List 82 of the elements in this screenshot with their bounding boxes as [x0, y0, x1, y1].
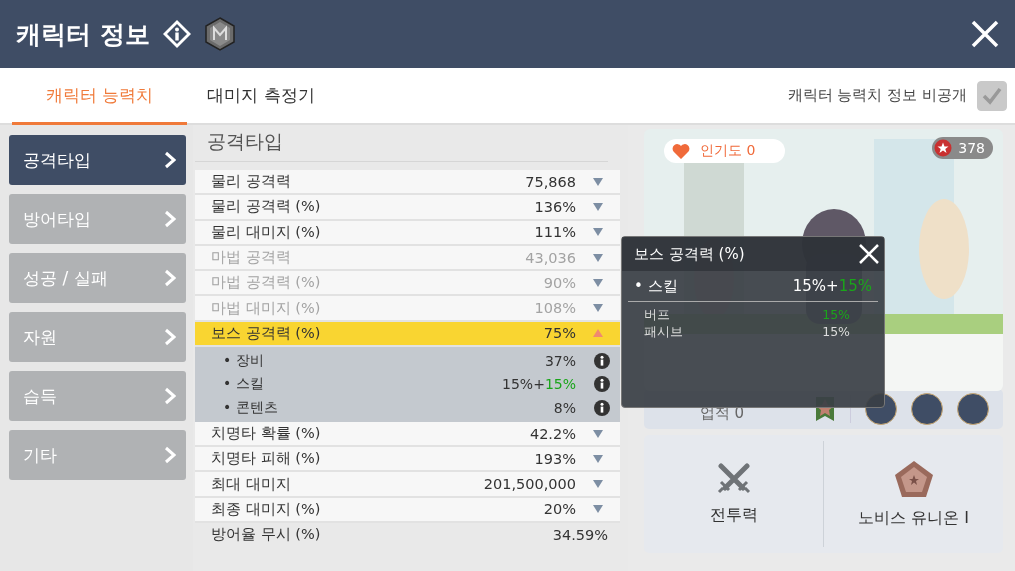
- stat-value: 136%: [534, 198, 576, 215]
- expand-arrow-icon[interactable]: [593, 454, 603, 463]
- popup-title: 보스 공격력 (%): [634, 244, 745, 264]
- detail-label: 버프: [644, 307, 670, 324]
- stat-label: • 장비: [223, 351, 265, 370]
- crossed-swords-icon: [716, 462, 751, 495]
- stat-label: 최대 대미지: [211, 474, 292, 494]
- check-icon: [982, 86, 1002, 105]
- stat-value: 90%: [543, 274, 576, 291]
- stat-value: 108%: [534, 300, 576, 317]
- stat-value: 15%+15%: [502, 376, 576, 393]
- stat-row[interactable]: 보스 공격력 (%) 75%: [195, 321, 620, 348]
- stat-value: 111%: [534, 224, 576, 241]
- stat-value: 20%: [543, 501, 576, 518]
- expand-arrow-icon[interactable]: [593, 429, 603, 438]
- stat-row[interactable]: 최종 대미지 (%) 20%: [195, 497, 620, 524]
- stat-label: 보스 공격력 (%): [211, 323, 322, 343]
- chevron-icon: [164, 446, 176, 464]
- stat-row[interactable]: 물리 공격력 75,868: [195, 170, 620, 196]
- popularity-badge: 인기도 0: [664, 139, 786, 163]
- stat-value: 193%: [534, 450, 576, 467]
- stat-label: • 콘텐츠: [223, 399, 279, 418]
- chevron-icon: [164, 151, 176, 169]
- pentagon-emblem-icon: [893, 459, 934, 498]
- popup-label: • 스킬: [634, 277, 678, 296]
- stat-row[interactable]: 치명타 피해 (%) 193%: [195, 447, 620, 473]
- chevron-icon: [164, 210, 176, 228]
- stat-row[interactable]: 물리 공격력 (%) 136%: [195, 195, 620, 221]
- card-label: 노비스 유니온 I: [858, 507, 969, 529]
- chevron-icon: [164, 328, 176, 346]
- detail-value: 15%: [822, 307, 850, 324]
- stat-value: 8%: [553, 400, 576, 417]
- stat-label: 치명타 피해 (%): [211, 449, 322, 469]
- card-label: 전투력: [709, 504, 758, 526]
- info-icon[interactable]: [594, 400, 610, 417]
- expand-arrow-icon[interactable]: [593, 480, 603, 489]
- stat-label: 마법 공격력: [211, 248, 292, 268]
- stat-label: 최종 대미지 (%): [211, 499, 322, 519]
- stat-label: 방어율 무시 (%): [211, 525, 322, 545]
- stat-value: 75%: [543, 325, 576, 342]
- stat-label: 치명타 확률 (%): [211, 424, 322, 443]
- collapse-arrow-icon[interactable]: [593, 329, 603, 338]
- stat-label: • 스킬: [223, 375, 265, 394]
- stat-row[interactable]: 최대 대미지 201,500,000: [195, 472, 620, 498]
- expand-arrow-icon[interactable]: [593, 177, 603, 186]
- detail-value: 15%: [822, 324, 850, 341]
- stat-label: 물리 대미지 (%): [211, 222, 322, 242]
- star-count-badge: 378: [932, 137, 993, 159]
- stat-value: 43,036: [525, 249, 576, 266]
- tab[interactable]: 대미지 측정기: [187, 68, 335, 125]
- chevron-icon: [164, 387, 176, 405]
- expand-arrow-icon[interactable]: [593, 202, 603, 211]
- section-title: 공격타입: [195, 125, 608, 162]
- stat-value: 42.2%: [529, 425, 576, 442]
- info-icon[interactable]: [594, 352, 610, 369]
- checkbox-label: 캐릭터 능력치 정보 비공개: [787, 86, 967, 105]
- info-icon[interactable]: [161, 19, 192, 49]
- expand-arrow-icon[interactable]: [593, 228, 603, 237]
- stat-row[interactable]: 치명타 확률 (%) 42.2%: [195, 421, 620, 448]
- m-badge-icon[interactable]: [203, 17, 236, 51]
- empty-slot: [911, 393, 943, 425]
- stat-label: 물리 공격력 (%): [211, 197, 322, 217]
- empty-slot: [957, 393, 989, 425]
- stat-label: 물리 공격력: [211, 172, 292, 192]
- expand-arrow-icon[interactable]: [593, 505, 603, 514]
- heart-icon: [672, 143, 690, 159]
- chevron-icon: [164, 269, 176, 287]
- stat-value: 34.59%: [552, 526, 608, 543]
- detail-label: 패시브: [644, 324, 683, 341]
- stat-label: 마법 공격력 (%): [211, 273, 322, 293]
- stat-row[interactable]: 물리 대미지 (%) 111%: [195, 220, 620, 246]
- popup-value: 15%+15%: [792, 277, 872, 296]
- sidebar-item[interactable]: 공격타입: [9, 135, 186, 185]
- stat-label: 마법 대미지 (%): [211, 298, 322, 318]
- stat-value: 75,868: [525, 173, 576, 190]
- stat-value: 37%: [544, 352, 576, 369]
- checkbox[interactable]: [977, 80, 1007, 111]
- close-icon[interactable]: [858, 243, 880, 265]
- stat-value: 201,500,000: [483, 476, 576, 493]
- info-icon[interactable]: [594, 376, 610, 393]
- close-icon[interactable]: [971, 20, 999, 48]
- window-title: 캐릭터 정보: [16, 18, 150, 51]
